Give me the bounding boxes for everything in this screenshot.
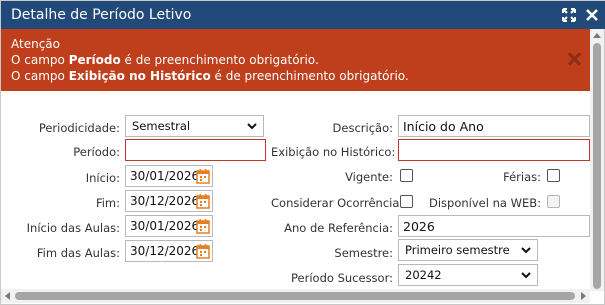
exibicao-historico-label: Exibição no Histórico: bbox=[271, 145, 396, 159]
periodo-label: Período: bbox=[73, 145, 120, 159]
considerar-ocorrencia-checkbox[interactable] bbox=[400, 195, 413, 208]
inicio-label: Início: bbox=[85, 171, 120, 185]
semestre-select[interactable]: Primeiro semestre bbox=[398, 239, 538, 261]
ferias-label: Férias: bbox=[503, 170, 541, 184]
fim-label: Fim: bbox=[95, 196, 120, 210]
period-detail-window: Detalhe de Período Letivo Atenção O camp… bbox=[0, 0, 605, 305]
calendar-icon[interactable] bbox=[196, 168, 210, 184]
disponivel-web-label: Disponível na WEB: bbox=[429, 196, 541, 210]
expand-icon[interactable] bbox=[561, 7, 577, 23]
fim-aulas-label: Fim das Aulas: bbox=[36, 246, 120, 260]
horizontal-scrollbar[interactable] bbox=[1, 289, 590, 303]
validation-alert: Atenção O campo Período é de preenchimen… bbox=[1, 29, 590, 91]
semestre-label: Semestre: bbox=[334, 246, 393, 260]
scroll-right-arrow-icon[interactable] bbox=[581, 292, 586, 300]
scroll-up-arrow-icon[interactable] bbox=[593, 33, 601, 38]
calendar-icon[interactable] bbox=[196, 218, 210, 234]
considerar-ocorrencia-label: Considerar Ocorrência: bbox=[271, 196, 404, 210]
calendar-icon[interactable] bbox=[196, 243, 210, 259]
periodicidade-select[interactable]: Semestral bbox=[125, 115, 264, 137]
periodo-sucessor-select[interactable]: 20242 bbox=[398, 264, 538, 286]
close-icon[interactable] bbox=[584, 7, 600, 23]
scroll-left-arrow-icon[interactable] bbox=[5, 292, 10, 300]
alert-close-icon[interactable] bbox=[566, 51, 582, 67]
ano-referencia-input[interactable]: 2026 bbox=[398, 215, 590, 237]
periodo-input[interactable] bbox=[125, 139, 266, 161]
window-titlebar: Detalhe de Período Letivo bbox=[1, 1, 605, 29]
periodicidade-label: Periodicidade: bbox=[38, 121, 120, 135]
chevron-down-icon bbox=[247, 123, 257, 130]
chevron-down-icon bbox=[521, 247, 531, 254]
alert-heading: Atenção bbox=[11, 37, 60, 51]
ferias-checkbox[interactable] bbox=[547, 169, 560, 182]
exibicao-historico-input[interactable] bbox=[398, 139, 590, 161]
vigente-checkbox[interactable] bbox=[400, 169, 413, 182]
vigente-label: Vigente: bbox=[345, 170, 393, 184]
disponivel-web-checkbox bbox=[547, 195, 560, 208]
inicio-aulas-label: Início das Aulas: bbox=[26, 221, 120, 235]
alert-message-exibicao: O campo Exibição no Histórico é de preen… bbox=[11, 69, 409, 83]
vertical-scroll-thumb[interactable] bbox=[593, 43, 601, 289]
alert-message-periodo: O campo Período é de preenchimento obrig… bbox=[11, 53, 319, 67]
horizontal-scroll-thumb[interactable] bbox=[15, 292, 575, 300]
descricao-label: Descrição: bbox=[332, 121, 393, 135]
calendar-icon[interactable] bbox=[196, 193, 210, 209]
ano-referencia-label: Ano de Referência: bbox=[284, 221, 393, 235]
window-title: Detalhe de Período Letivo bbox=[11, 7, 192, 23]
vertical-scrollbar[interactable] bbox=[590, 29, 604, 291]
periodo-sucessor-label: Período Sucessor: bbox=[291, 271, 393, 285]
descricao-input[interactable]: Início do Ano bbox=[398, 115, 590, 137]
chevron-down-icon bbox=[521, 272, 531, 279]
